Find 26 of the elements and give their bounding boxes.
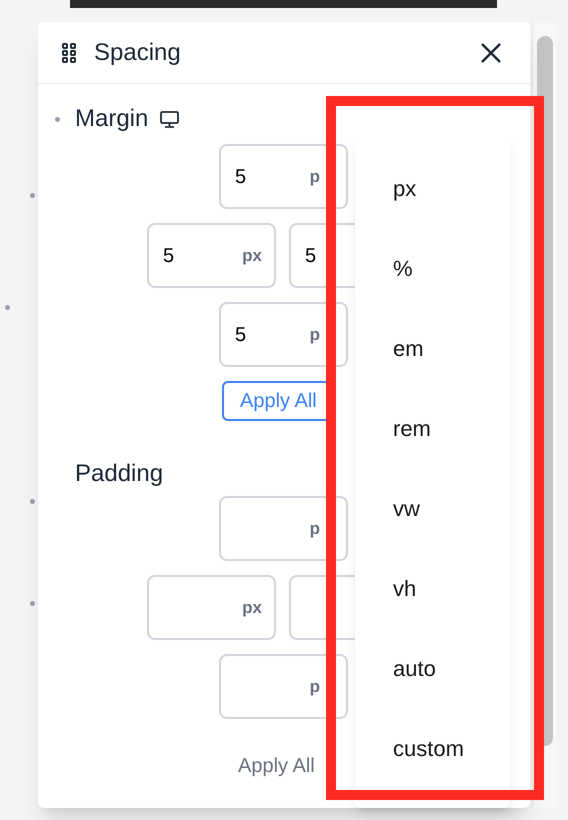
unit-option[interactable]: auto [355,652,510,732]
panel-title: Spacing [94,38,181,68]
input-field[interactable]: px [147,575,276,640]
unit-option[interactable]: vw [355,492,510,572]
input-field[interactable]: 5 p [219,144,348,209]
section-label: Padding [75,459,164,489]
unit-label[interactable]: p [310,516,320,542]
unit-option[interactable]: custom [355,732,510,812]
input-field[interactable]: 5 p [219,302,348,367]
close-icon[interactable] [480,42,502,64]
unit-label[interactable]: p [310,674,320,700]
section-label: Margin [75,104,148,134]
unit-label[interactable]: p [310,322,320,348]
grid-icon [62,42,76,62]
input-field[interactable]: 5 px [147,223,276,288]
unit-label[interactable]: px [242,242,262,268]
unit-label[interactable]: px [242,594,262,620]
unit-option[interactable]: % [355,252,510,332]
unit-option[interactable]: rem [355,412,510,492]
unit-option[interactable]: px [355,172,510,252]
input-field[interactable]: p [219,496,348,561]
unit-option[interactable]: vh [355,572,510,652]
monitor-icon[interactable] [160,110,180,128]
input-field[interactable]: p [219,654,348,719]
unit-option[interactable]: em [355,332,510,412]
unit-label[interactable]: p [310,164,320,190]
